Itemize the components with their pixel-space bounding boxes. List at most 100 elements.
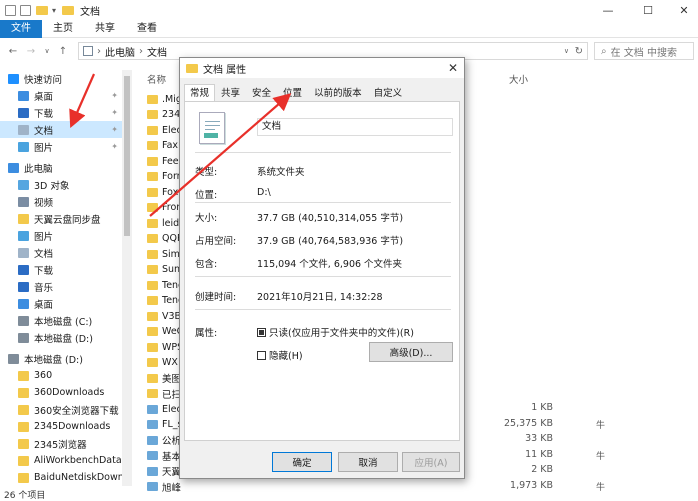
- folder-name-field[interactable]: 文档: [257, 118, 453, 136]
- tab-general[interactable]: 常规: [184, 84, 216, 102]
- close-window-button[interactable]: ✕: [668, 0, 698, 20]
- drive-icon: [8, 353, 19, 364]
- sidebar-item[interactable]: 2345浏览器: [0, 435, 132, 452]
- sidebar-item-label: 本地磁盘 (D:): [34, 333, 93, 345]
- dialog-title-bar: 文档 属性 ✕: [180, 58, 464, 78]
- pin-icon: ✦: [111, 125, 118, 134]
- sidebar-item[interactable]: 360: [0, 367, 132, 384]
- file-row[interactable]: 美图: [147, 371, 181, 385]
- dialog-close-button[interactable]: ✕: [448, 61, 458, 75]
- tab-previous-versions[interactable]: 以前的版本: [308, 84, 368, 102]
- file-row[interactable]: Tenc: [147, 278, 183, 292]
- sidebar-item[interactable]: 快速访问: [0, 70, 132, 87]
- sidebar-item[interactable]: 360Downloads: [0, 384, 132, 401]
- column-size-header[interactable]: 大小: [509, 72, 528, 86]
- properties-quick-icon[interactable]: [5, 4, 16, 16]
- sidebar-item[interactable]: 文档: [0, 244, 132, 261]
- sidebar-item[interactable]: 桌面: [0, 295, 132, 312]
- sidebar-item[interactable]: 本地磁盘 (D:): [0, 350, 132, 367]
- file-row[interactable]: 公析: [147, 433, 181, 447]
- file-row[interactable]: V3B: [147, 309, 181, 323]
- sidebar-item[interactable]: 桌面 ✦: [0, 87, 132, 104]
- navigation-scrollbar[interactable]: [122, 70, 132, 486]
- up-arrow-icon[interactable]: ↑: [56, 46, 70, 57]
- tab-sharing[interactable]: 共享: [215, 84, 246, 102]
- ok-button[interactable]: 确定: [272, 452, 332, 472]
- column-name-header[interactable]: 名称: [147, 72, 166, 86]
- file-row[interactable]: 基本: [147, 449, 181, 463]
- file-row[interactable]: WPS: [147, 340, 183, 354]
- desktop-icon: [18, 90, 29, 101]
- sidebar-item[interactable]: AliWorkbenchData: [0, 452, 132, 469]
- check-quick-icon[interactable]: [20, 4, 31, 16]
- pin-icon: ✦: [111, 91, 118, 100]
- tab-location[interactable]: 位置: [277, 84, 308, 102]
- drive-icon: [18, 315, 29, 326]
- path-dropdown-icon[interactable]: ∨: [564, 47, 569, 55]
- tab-home[interactable]: 主页: [42, 20, 84, 38]
- sidebar-item[interactable]: 图片 ✦: [0, 138, 132, 155]
- sidebar-item[interactable]: 本地磁盘 (D:): [0, 329, 132, 346]
- sidebar-item[interactable]: 3D 对象: [0, 176, 132, 193]
- tab-view[interactable]: 查看: [126, 20, 168, 38]
- sidebar-item[interactable]: 下载: [0, 261, 132, 278]
- back-arrow-icon[interactable]: ←: [6, 46, 20, 57]
- advanced-button[interactable]: 高级(D)...: [369, 342, 453, 362]
- navigation-scroll-thumb[interactable]: [124, 76, 130, 236]
- file-row[interactable]: leidi: [147, 216, 182, 230]
- forward-arrow-icon[interactable]: →: [24, 46, 38, 57]
- folder-icon: [147, 311, 158, 321]
- breadcrumb-this-pc[interactable]: 此电脑: [105, 44, 135, 59]
- sidebar-item[interactable]: 视频: [0, 193, 132, 210]
- tab-customize[interactable]: 自定义: [368, 84, 409, 102]
- file-row[interactable]: Sunl: [147, 263, 183, 277]
- file-row[interactable]: Fron: [147, 201, 182, 215]
- sidebar-item[interactable]: 天翼云盘同步盘: [0, 210, 132, 227]
- search-input[interactable]: ⌕ 在 文档 中搜索: [594, 42, 694, 60]
- apply-button[interactable]: 应用(A): [402, 452, 460, 472]
- sidebar-item[interactable]: 本地磁盘 (C:): [0, 312, 132, 329]
- tab-share[interactable]: 共享: [84, 20, 126, 38]
- tab-security[interactable]: 安全: [246, 84, 277, 102]
- file-icon: [147, 451, 158, 460]
- folder-icon: [147, 280, 158, 290]
- file-row[interactable]: 旭峰: [147, 480, 181, 494]
- file-row[interactable]: .Mig: [147, 92, 182, 106]
- cancel-button[interactable]: 取消: [338, 452, 398, 472]
- file-size: 11 KB: [525, 448, 553, 460]
- recent-dropdown-icon[interactable]: ∨: [40, 47, 54, 55]
- file-row[interactable]: WeC: [147, 325, 183, 339]
- quick-access-dropdown-icon[interactable]: ▾: [52, 6, 56, 15]
- file-row[interactable]: Fax: [147, 139, 178, 153]
- file-row[interactable]: Tenc: [147, 294, 183, 308]
- sidebar-item[interactable]: 360安全浏览器下载: [0, 401, 132, 418]
- file-row[interactable]: FL_s: [147, 418, 182, 432]
- sidebar-item[interactable]: 2345Downloads: [0, 418, 132, 435]
- file-row[interactable]: QQP: [147, 232, 183, 246]
- folder-icon: [18, 370, 29, 381]
- file-row[interactable]: Elec: [147, 402, 182, 416]
- sidebar-item[interactable]: 下载 ✦: [0, 104, 132, 121]
- readonly-checkbox[interactable]: 只读(仅应用于文件夹中的文件)(R): [257, 325, 414, 339]
- sidebar-item[interactable]: BaiduNetdiskDownloa: [0, 469, 132, 486]
- breadcrumb-documents[interactable]: 文档: [147, 44, 167, 59]
- search-placeholder: 在 文档 中搜索: [610, 47, 677, 59]
- sidebar-item[interactable]: 图片: [0, 227, 132, 244]
- file-row[interactable]: 天翼: [147, 464, 181, 478]
- tab-file[interactable]: 文件: [0, 20, 42, 38]
- maximize-button[interactable]: ☐: [632, 0, 664, 20]
- sidebar-item[interactable]: 音乐: [0, 278, 132, 295]
- refresh-icon[interactable]: ↻: [575, 46, 583, 57]
- file-row[interactable]: Elec: [147, 123, 182, 137]
- sidebar-item[interactable]: 文档 ✦: [0, 121, 132, 138]
- folder-icon: [18, 421, 29, 432]
- file-row[interactable]: 已扫: [147, 387, 181, 401]
- hidden-checkbox[interactable]: 隐藏(H): [257, 348, 303, 362]
- readonly-check-box[interactable]: [257, 327, 266, 337]
- sidebar-item[interactable]: 此电脑: [0, 159, 132, 176]
- minimize-button[interactable]: —: [592, 0, 624, 20]
- hidden-check-box[interactable]: [257, 350, 266, 360]
- folder-quick-icon[interactable]: [36, 5, 48, 15]
- file-row[interactable]: WX: [147, 356, 178, 370]
- cube-icon: [18, 179, 29, 190]
